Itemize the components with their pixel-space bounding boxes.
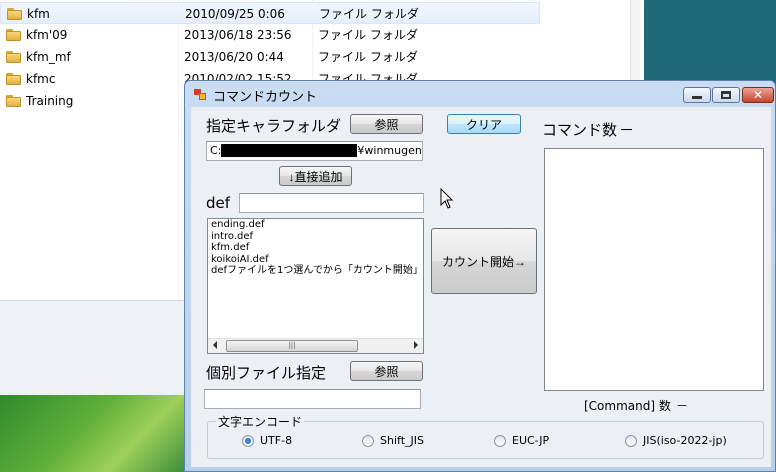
- folder-name: kfm: [27, 7, 50, 21]
- command-count-list[interactable]: [544, 148, 764, 391]
- radio-label: EUC-JP: [512, 434, 550, 447]
- maximize-button[interactable]: [712, 87, 740, 103]
- folder-icon: [6, 95, 21, 107]
- folder-type: ファイル フォルダ: [319, 7, 419, 21]
- minimize-icon: [692, 96, 702, 99]
- command-count-window: コマンドカウント ✕ 指定キャラフォルダ 参照 C: ¥winmugen¥ch ↓…: [184, 80, 776, 472]
- folder-icon: [6, 29, 21, 41]
- command-count-label: コマンド数: [542, 121, 618, 139]
- folder-icon: [6, 51, 21, 63]
- radio-label: JIS(iso-2022-jp): [643, 434, 727, 447]
- char-folder-label: 指定キャラフォルダ: [206, 117, 342, 135]
- path-suffix: ¥winmugen¥ch: [357, 144, 422, 157]
- redacted-path-segment: [221, 143, 358, 157]
- scroll-thumb[interactable]: |||: [226, 340, 358, 352]
- minimize-button[interactable]: [683, 87, 711, 103]
- folder-type: ファイル フォルダ: [318, 28, 418, 42]
- encoding-utf8-radio[interactable]: UTF-8: [242, 434, 292, 447]
- list-item[interactable]: defファイルを1つ選んでから「カウント開始」ボタ: [208, 265, 423, 277]
- encoding-jis-radio[interactable]: JIS(iso-2022-jp): [625, 434, 727, 447]
- window-client-area: 指定キャラフォルダ 参照 C: ¥winmugen¥ch ↓直接追加 クリア de…: [191, 107, 771, 467]
- folder-date: 2013/06/20 0:44: [184, 50, 284, 64]
- def-file-list[interactable]: ending.def intro.def kfm.def koikoiAI.de…: [207, 218, 424, 354]
- def-list-hscrollbar[interactable]: |||: [208, 338, 423, 353]
- radio-label: UTF-8: [260, 434, 293, 447]
- radio-icon: [625, 434, 637, 447]
- single-file-browse-button[interactable]: 参照: [350, 361, 423, 381]
- count-start-button[interactable]: カウント開始→: [431, 228, 537, 294]
- encoding-eucjp-radio[interactable]: EUC-JP: [494, 434, 549, 447]
- close-icon: ✕: [752, 88, 764, 102]
- clear-button[interactable]: クリア: [447, 114, 521, 134]
- explorer-row-kfm09[interactable]: kfm'09 2013/06/18 23:56 ファイル フォルダ: [0, 24, 540, 46]
- scroll-left-icon[interactable]: [213, 341, 217, 349]
- folder-name: kfmc: [26, 72, 56, 86]
- encoding-group: 文字エンコード UTF-8 Shift_JIS EUC-JP JIS(iso-2…: [207, 413, 764, 459]
- app-icon: [194, 89, 207, 100]
- folder-date: 2010/09/25 0:06: [185, 7, 285, 21]
- def-label: def: [206, 194, 231, 212]
- desktop-background: [0, 395, 184, 472]
- explorer-row-kfm[interactable]: kfm 2010/09/25 0:06 ファイル フォルダ: [0, 2, 540, 24]
- radio-selected-icon: [242, 434, 254, 447]
- list-item[interactable]: ending.def: [208, 219, 423, 231]
- folder-name: Training: [26, 94, 74, 108]
- folder-icon: [7, 8, 22, 20]
- radio-label: Shift_JIS: [380, 434, 424, 447]
- char-folder-path-field[interactable]: C: ¥winmugen¥ch: [206, 141, 423, 161]
- single-file-path-field[interactable]: [204, 389, 421, 409]
- direct-add-button[interactable]: ↓直接追加: [279, 166, 352, 186]
- folder-name: kfm'09: [26, 28, 68, 42]
- command-section-count-value: －: [676, 399, 689, 413]
- list-item[interactable]: intro.def: [208, 231, 423, 243]
- folder-type: ファイル フォルダ: [318, 50, 418, 64]
- encoding-legend: 文字エンコード: [216, 413, 305, 430]
- window-title: コマンドカウント: [213, 90, 318, 105]
- list-item[interactable]: kfm.def: [208, 242, 423, 254]
- folder-name: kfm_mf: [26, 50, 71, 64]
- def-input[interactable]: [239, 193, 424, 213]
- encoding-shiftjis-radio[interactable]: Shift_JIS: [362, 434, 424, 447]
- folder-icon: [6, 73, 21, 85]
- path-prefix: C:: [210, 144, 222, 157]
- explorer-row-kfm-mf[interactable]: kfm_mf 2013/06/20 0:44 ファイル フォルダ: [0, 46, 540, 68]
- close-button[interactable]: ✕: [742, 87, 774, 103]
- scroll-right-icon[interactable]: [414, 341, 418, 349]
- command-count-value: －: [619, 121, 635, 139]
- radio-icon: [362, 434, 374, 447]
- char-folder-browse-button[interactable]: 参照: [350, 114, 423, 134]
- mouse-cursor-icon: [440, 188, 454, 209]
- title-bar[interactable]: コマンドカウント ✕: [185, 81, 775, 107]
- maximize-icon: [721, 91, 731, 99]
- single-file-label: 個別ファイル指定: [206, 364, 327, 382]
- radio-icon: [494, 434, 506, 447]
- list-item[interactable]: koikoiAI.def: [208, 254, 423, 266]
- command-section-count-label: [Command] 数: [584, 399, 671, 413]
- folder-date: 2013/06/18 23:56: [184, 28, 292, 42]
